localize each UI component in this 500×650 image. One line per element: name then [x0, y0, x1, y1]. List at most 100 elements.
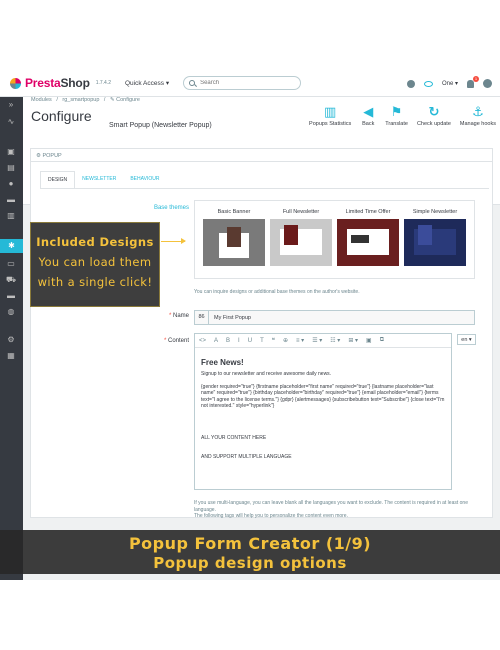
messages-icon[interactable]: ▬: [6, 195, 16, 205]
table-icon[interactable]: ⊞ ▾: [348, 337, 358, 344]
theme-thumbnail: [203, 219, 265, 266]
included-designs-callout: Included Designs You can load them with …: [30, 222, 160, 307]
content-label: * Content: [163, 338, 189, 344]
text-style-icon[interactable]: T: [260, 338, 264, 344]
quote-icon[interactable]: ❝: [272, 337, 275, 344]
theme-full-newsletter[interactable]: Full Newsletter: [270, 209, 332, 266]
modules-icon[interactable]: ✱: [0, 239, 23, 253]
top-bar-right: One ▾ 1: [406, 70, 492, 97]
button-label: Manage hooks: [459, 121, 496, 127]
base-themes-selector: Basic Banner Full Newsletter Limited Tim…: [194, 200, 475, 279]
breadcrumb: Modules / rg_smartpopup / ✎ Configure: [31, 97, 143, 103]
page-subtitle: Smart Popup (Newsletter Popup): [109, 122, 212, 129]
theme-label: Basic Banner: [217, 209, 251, 215]
align-icon[interactable]: ≡ ▾: [296, 337, 304, 344]
collapse-menu-icon[interactable]: »: [6, 100, 16, 110]
language-select[interactable]: en ▾: [457, 334, 476, 345]
breadcrumb-module[interactable]: rg_smartpopup: [62, 97, 99, 103]
top-bar: PrestaShop 1.7.4.2 Quick Access ▾ One ▾ …: [0, 70, 500, 97]
editor-toolbar: <> A B I U T ❝ ⊕ ≡ ▾ ☰ ▾ ☷ ▾ ⊞ ▾ ▣ ⧉: [195, 334, 451, 348]
panel-heading: ⚙ POPUP: [31, 149, 492, 162]
dashboard-icon[interactable]: ∿: [6, 117, 16, 127]
underline-icon[interactable]: U: [248, 338, 252, 344]
tab-bar: DESIGN NEWSLETTER BEHAVIOUR: [40, 171, 166, 189]
callout-arrow-icon: [161, 238, 186, 244]
popup-panel: ⚙ POPUP DESIGN NEWSLETTER BEHAVIOUR Base…: [30, 148, 493, 519]
view-shop-icon[interactable]: [423, 80, 433, 87]
italic-icon[interactable]: I: [238, 338, 240, 344]
prestashop-logo-icon[interactable]: [10, 77, 21, 89]
link-icon[interactable]: ⊕: [283, 337, 288, 344]
bold-icon[interactable]: B: [226, 338, 230, 344]
notifications-icon[interactable]: 1: [467, 75, 479, 88]
header-toolbar: ▥ Popups Statistics ◀ Back ⚑ Translate ↻ Che…: [309, 104, 496, 128]
button-label: Check update: [416, 121, 451, 127]
tab-behaviour[interactable]: BEHAVIOUR: [123, 171, 166, 189]
theme-label: Full Newsletter: [282, 209, 320, 215]
settings-icon[interactable]: ⚙: [6, 335, 16, 345]
theme-thumbnail: [270, 219, 332, 266]
theme-basic-banner[interactable]: Basic Banner: [203, 209, 265, 266]
payment-icon[interactable]: ▬: [6, 291, 16, 301]
shop-selector[interactable]: One ▾: [442, 80, 458, 87]
tab-newsletter[interactable]: NEWSLETTER: [75, 171, 123, 189]
name-id-prefix: 86: [195, 311, 209, 324]
theme-limited-time-offer[interactable]: Limited Time Offer: [337, 209, 399, 266]
image-icon[interactable]: ▣: [366, 337, 372, 344]
chart-icon: ▥: [323, 104, 337, 119]
customers-icon[interactable]: ●: [6, 179, 16, 189]
editor-shortcodes: {gender required="true"} {firstname plac…: [201, 383, 445, 410]
manage-hooks-button[interactable]: ⚓ Manage hooks: [459, 104, 496, 128]
breadcrumb-separator: /: [56, 97, 58, 103]
refresh-icon: ↻: [428, 104, 440, 119]
tab-design[interactable]: DESIGN: [40, 171, 76, 189]
promo-banner: Popup Form Creator (1/9) Popup design op…: [0, 530, 500, 574]
editor-line-2: AND SUPPORT MULTIPLE LANGUAGE: [201, 453, 292, 460]
name-input[interactable]: My First Popup: [214, 315, 251, 321]
advanced-icon[interactable]: ▦: [6, 351, 16, 361]
callout-line-2: You can load them: [38, 255, 152, 269]
orders-icon[interactable]: ▣: [6, 147, 16, 157]
translate-button[interactable]: ⚑ Translate: [385, 105, 408, 128]
editor-intro: Signup to our newsletter and receive awe…: [201, 371, 332, 378]
debug-icon[interactable]: [406, 79, 415, 88]
breadcrumb-separator: /: [103, 97, 106, 103]
banner-title: Popup Form Creator (1/9): [128, 534, 372, 553]
quick-access-menu[interactable]: Quick Access ▾: [125, 79, 169, 87]
search-icon: [189, 80, 196, 86]
check-update-button[interactable]: ↻ Check update: [416, 104, 451, 128]
theme-label: Limited Time Offer: [345, 209, 391, 215]
search-input[interactable]: [200, 80, 291, 86]
callout-line-1: Included Designs: [36, 235, 154, 249]
banner-subtitle: Popup design options: [153, 554, 347, 572]
bullet-list-icon[interactable]: ☰ ▾: [312, 337, 322, 344]
source-code-icon[interactable]: <>: [199, 338, 206, 344]
search-box[interactable]: [183, 76, 302, 90]
callout-line-3: with a single click!: [37, 275, 153, 289]
button-label: Back: [362, 121, 375, 127]
name-label: * Name: [168, 313, 189, 319]
design-icon[interactable]: ▭: [6, 259, 16, 269]
back-button[interactable]: ◀ Back: [360, 105, 376, 128]
button-label: Popups Statistics: [309, 121, 352, 127]
themes-help-text: You can inquire designs or additional ba…: [194, 289, 360, 295]
international-icon[interactable]: ◍: [6, 307, 16, 317]
help-line: The following tags will help you to pers…: [194, 513, 348, 519]
notifications-badge: 1: [473, 75, 479, 82]
popups-statistics-button[interactable]: ▥ Popups Statistics: [309, 104, 352, 128]
media-icon[interactable]: ⧉: [380, 337, 384, 344]
editor-content[interactable]: Free News! Signup to our newsletter and …: [195, 348, 451, 478]
content-editor[interactable]: <> A B I U T ❝ ⊕ ≡ ▾ ☰ ▾ ☷ ▾ ⊞ ▾ ▣ ⧉ Fre…: [194, 333, 452, 490]
breadcrumb-modules[interactable]: Modules: [31, 97, 52, 103]
theme-simple-newsletter[interactable]: Simple Newsletter: [404, 209, 466, 266]
numbered-list-icon[interactable]: ☷ ▾: [330, 337, 340, 344]
shipping-icon[interactable]: ⛟: [6, 275, 16, 285]
catalog-icon[interactable]: ▤: [6, 163, 16, 173]
font-color-icon[interactable]: A: [214, 338, 218, 344]
anchor-icon: ⚓: [472, 104, 484, 119]
editor-line-1: ALL YOUR CONTENT HERE: [201, 435, 267, 442]
user-account-icon[interactable]: [483, 79, 492, 88]
name-field[interactable]: 86 My First Popup: [194, 310, 475, 325]
base-themes-label: Base themes: [153, 205, 189, 211]
stats-icon[interactable]: ▥: [6, 211, 16, 221]
